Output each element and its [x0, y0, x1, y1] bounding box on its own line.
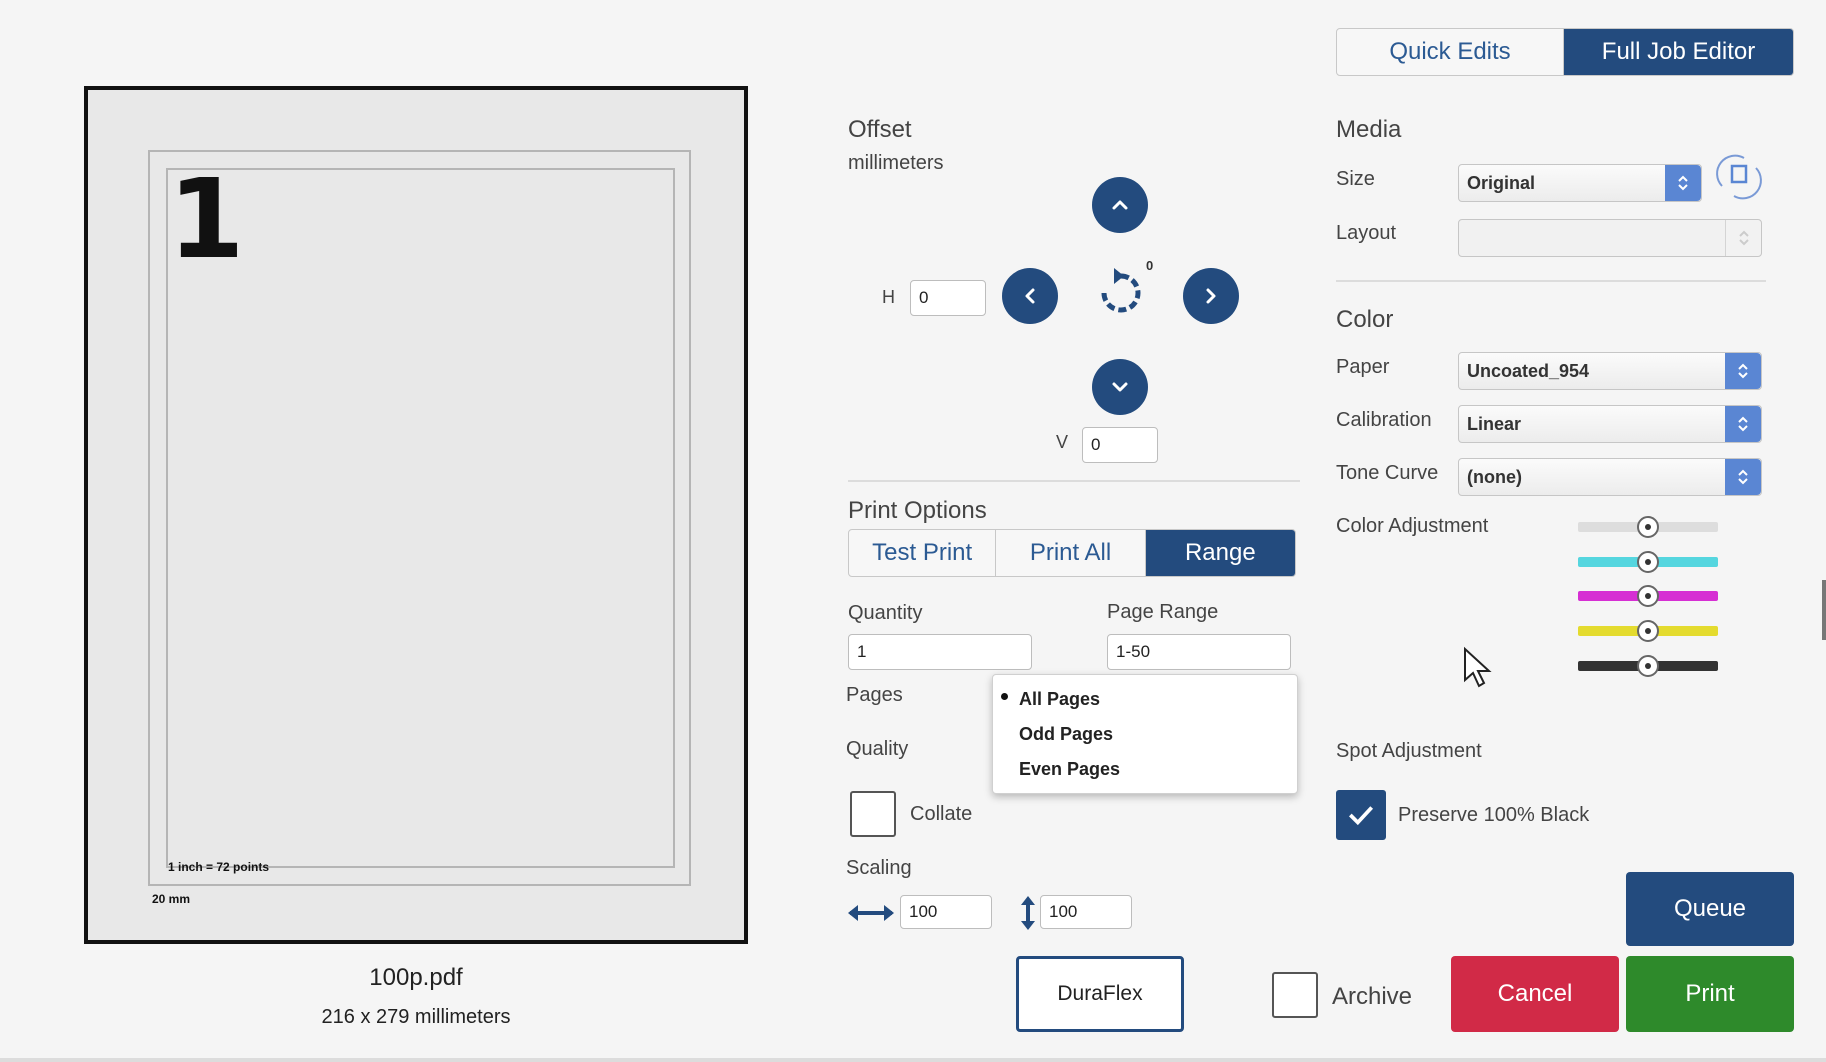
selected-bullet-icon: [1001, 693, 1008, 700]
size-value: Original: [1467, 172, 1536, 193]
file-name: 100p.pdf: [369, 964, 463, 991]
page-preview: 1 1 inch = 72 points 20 mm: [84, 86, 748, 944]
v-offset-input[interactable]: [1082, 427, 1158, 463]
layout-select[interactable]: [1458, 219, 1762, 257]
print-options-title: Print Options: [848, 497, 987, 524]
chevron-right-icon: [1206, 288, 1216, 304]
preview-page-border: 1 1 inch = 72 points 20 mm: [148, 150, 691, 906]
quantity-label: Quantity: [848, 602, 923, 624]
select-arrow-icon: [1725, 220, 1761, 256]
collate-checkbox[interactable]: [850, 791, 896, 837]
magenta-adjust-slider[interactable]: [1578, 585, 1718, 607]
select-arrow-icon: [1725, 459, 1761, 495]
paper-select[interactable]: Uncoated_954: [1458, 352, 1762, 390]
calibration-label: Calibration: [1336, 409, 1432, 431]
tone-curve-label: Tone Curve: [1336, 462, 1439, 484]
layout-label: Layout: [1336, 222, 1397, 244]
master-adjust-slider[interactable]: [1578, 516, 1718, 538]
v-label: V: [1056, 432, 1069, 452]
scrollbar-thumb[interactable]: [1822, 580, 1826, 640]
scale-horizontal-input[interactable]: [900, 895, 992, 929]
tab-quick-edits[interactable]: Quick Edits: [1337, 29, 1564, 75]
tab-full-job-editor[interactable]: Full Job Editor: [1564, 29, 1793, 75]
chevron-up-icon: [1112, 200, 1128, 210]
quality-label: Quality: [846, 738, 909, 760]
archive-checkbox[interactable]: [1272, 972, 1318, 1018]
offset-right-button[interactable]: [1183, 268, 1239, 324]
scaling-label: Scaling: [846, 857, 912, 879]
offset-title: Offset: [848, 116, 912, 143]
pages-dropdown-menu: All Pages Odd Pages Even Pages: [992, 674, 1298, 794]
offset-divider: [848, 480, 1300, 482]
duraflex-button[interactable]: DuraFlex: [1016, 956, 1184, 1032]
option-even-pages[interactable]: Even Pages: [1019, 759, 1120, 780]
preview-page-number: 1: [168, 155, 245, 283]
calibration-value: Linear: [1467, 413, 1522, 434]
size-select[interactable]: Original: [1458, 164, 1702, 202]
calibration-select[interactable]: Linear: [1458, 405, 1762, 443]
chevron-down-icon: [1112, 382, 1128, 392]
preview-note-mm: 20 mm: [152, 892, 191, 906]
color-title: Color: [1336, 306, 1394, 333]
black-adjust-slider[interactable]: [1578, 655, 1718, 677]
mouse-cursor-icon: [1462, 646, 1492, 690]
offset-unit: millimeters: [848, 152, 944, 174]
select-arrow-icon: [1725, 353, 1761, 389]
select-arrow-icon: [1665, 165, 1701, 201]
offset-up-button[interactable]: [1092, 177, 1148, 233]
file-size: 216 x 279 millimeters: [321, 1006, 511, 1028]
queue-button[interactable]: Queue: [1626, 872, 1794, 946]
media-title: Media: [1336, 116, 1402, 143]
mode-test-print[interactable]: Test Print: [849, 530, 997, 576]
horizontal-scale-icon: [846, 900, 896, 926]
rotation-degree: 0: [1146, 258, 1154, 273]
option-odd-pages[interactable]: Odd Pages: [1019, 724, 1113, 745]
archive-label: Archive: [1332, 983, 1413, 1010]
page-range-label: Page Range: [1107, 601, 1219, 623]
collate-label: Collate: [910, 803, 973, 825]
option-all-pages[interactable]: All Pages: [1019, 689, 1100, 710]
mode-print-all[interactable]: Print All: [996, 530, 1146, 576]
window-bottom-border: [0, 1058, 1826, 1062]
tone-curve-value: (none): [1467, 466, 1522, 487]
preserve-black-label: Preserve 100% Black: [1398, 804, 1590, 826]
paper-value: Uncoated_954: [1467, 360, 1590, 381]
print-mode-selector: Test Print Print All Range: [848, 529, 1296, 577]
mode-range[interactable]: Range: [1145, 530, 1295, 576]
paper-label: Paper: [1336, 356, 1390, 378]
rotate-icon: [1101, 268, 1141, 313]
preserve-black-checkbox[interactable]: [1336, 790, 1386, 840]
rotate-page-icon[interactable]: [1714, 152, 1764, 202]
scale-vertical-input[interactable]: [1040, 895, 1132, 929]
checkmark-icon: [1349, 806, 1374, 826]
spot-adjustment-label: Spot Adjustment: [1336, 740, 1482, 762]
pages-label: Pages: [846, 684, 903, 706]
media-divider: [1336, 280, 1766, 282]
page-range-input[interactable]: [1107, 634, 1291, 670]
cyan-adjust-slider[interactable]: [1578, 551, 1718, 573]
preview-note-points: 1 inch = 72 points: [168, 860, 270, 874]
vertical-scale-icon: [1018, 895, 1038, 931]
h-label: H: [882, 287, 895, 307]
quantity-input[interactable]: [848, 634, 1032, 670]
editor-tabs: Quick Edits Full Job Editor: [1336, 28, 1794, 76]
color-adjustment-label: Color Adjustment: [1336, 515, 1489, 537]
select-arrow-icon: [1725, 406, 1761, 442]
cancel-button[interactable]: Cancel: [1451, 956, 1619, 1032]
rotate-button[interactable]: [1090, 262, 1152, 324]
offset-down-button[interactable]: [1092, 359, 1148, 415]
tone-curve-select[interactable]: (none): [1458, 458, 1762, 496]
print-button[interactable]: Print: [1626, 956, 1794, 1032]
h-offset-input[interactable]: [910, 280, 986, 316]
preview-content-area: 1 1 inch = 72 points 20 mm: [152, 164, 675, 906]
offset-left-button[interactable]: [1002, 268, 1058, 324]
size-label: Size: [1336, 168, 1375, 190]
yellow-adjust-slider[interactable]: [1578, 620, 1718, 642]
chevron-left-icon: [1025, 288, 1035, 304]
